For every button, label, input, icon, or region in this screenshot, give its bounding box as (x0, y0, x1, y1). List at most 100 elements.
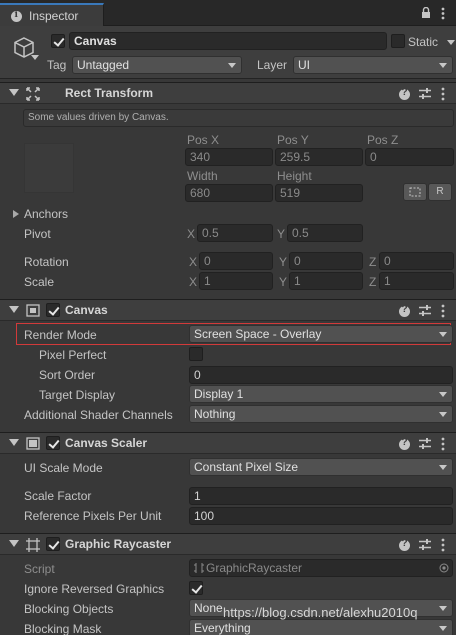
component-menu-icon[interactable] (441, 437, 445, 451)
height-field: 519 (275, 184, 363, 202)
tab-inspector-label: Inspector (29, 9, 79, 23)
reference-ppu-field[interactable]: 100 (189, 507, 453, 525)
script-asset-icon (194, 563, 204, 573)
render-mode-dropdown[interactable]: Screen Space - Overlay (189, 325, 453, 343)
blueprint-icon (409, 187, 421, 197)
help-icon[interactable] (399, 87, 410, 100)
pivot-x-axis-label: X (187, 227, 196, 241)
rotation-y-axis-label: Y (279, 255, 288, 269)
pivot-y-axis-label: Y (277, 227, 286, 241)
menu-dots-icon[interactable] (441, 7, 445, 20)
rotation-x-axis-label: X (189, 255, 198, 269)
rect-transform-title: Rect Transform (65, 86, 154, 100)
component-menu-icon[interactable] (441, 538, 445, 552)
component-menu-icon[interactable] (441, 87, 445, 101)
help-icon[interactable] (399, 304, 410, 317)
info-icon (11, 10, 22, 22)
tab-inspector[interactable]: Inspector (0, 3, 104, 26)
blocking-mask-dropdown[interactable]: Everything (189, 619, 453, 635)
anchors-foldout-icon[interactable] (13, 210, 19, 218)
width-label: Width (187, 169, 218, 183)
gameobject-active-checkbox[interactable] (51, 34, 65, 48)
layer-dropdown[interactable]: UI (293, 56, 453, 74)
reference-ppu-label: Reference Pixels Per Unit (24, 509, 162, 523)
scale-z-field: 1 (379, 272, 454, 290)
presets-icon[interactable] (419, 88, 431, 99)
pos-x-label: Pos X (187, 133, 220, 147)
presets-icon[interactable] (419, 305, 431, 316)
help-icon[interactable] (399, 437, 410, 450)
ignore-reversed-checkbox[interactable] (189, 581, 203, 595)
lock-icon[interactable] (421, 7, 431, 19)
presets-icon[interactable] (419, 438, 431, 449)
pixel-perfect-checkbox[interactable] (189, 347, 203, 361)
static-checkbox[interactable] (391, 34, 405, 48)
canvas-scaler-enabled-checkbox[interactable] (46, 436, 60, 450)
ui-scale-mode-label: UI Scale Mode (24, 461, 103, 475)
rotation-y-field: 0 (289, 252, 363, 270)
anchor-presets-widget[interactable] (24, 143, 74, 193)
sort-order-label: Sort Order (39, 368, 96, 382)
gameobject-header: Canvas Static Tag Untagged Layer UI (0, 26, 456, 79)
scale-x-axis-label: X (189, 275, 198, 289)
canvas-component-icon (26, 304, 40, 317)
canvas-enabled-checkbox[interactable] (46, 303, 60, 317)
pivot-x-field: 0.5 (197, 224, 273, 242)
icon-dropdown-arrow-icon[interactable] (31, 55, 39, 60)
canvas-scaler-title: Canvas Scaler (65, 436, 148, 450)
rect-transform-header[interactable]: Rect Transform (0, 82, 456, 104)
pos-y-label: Pos Y (277, 133, 309, 147)
help-icon[interactable] (399, 538, 410, 551)
scale-label: Scale (24, 275, 55, 289)
foldout-arrow-icon[interactable] (9, 89, 19, 96)
graphic-raycaster-enabled-checkbox[interactable] (46, 537, 60, 551)
graphic-raycaster-title: Graphic Raycaster (65, 537, 172, 551)
raw-edit-button[interactable]: R (428, 183, 452, 201)
pos-z-field[interactable]: 0 (365, 148, 454, 166)
foldout-arrow-icon[interactable] (9, 540, 19, 547)
rotation-z-field: 0 (379, 252, 454, 270)
script-label: Script (24, 562, 55, 576)
scale-y-field: 1 (289, 272, 363, 290)
driven-by-canvas-note: Some values driven by Canvas. (23, 109, 454, 127)
script-field-value: GraphicRaycaster (206, 561, 303, 575)
sort-order-field[interactable]: 0 (189, 366, 453, 384)
script-field[interactable]: GraphicRaycaster (189, 559, 453, 577)
shader-channels-dropdown[interactable]: Nothing (189, 405, 453, 423)
graphic-raycaster-icon (26, 538, 40, 552)
gameobject-name-field[interactable]: Canvas (69, 32, 387, 50)
width-field: 680 (185, 184, 273, 202)
scale-factor-label: Scale Factor (24, 489, 92, 503)
blueprint-mode-button[interactable] (403, 183, 427, 201)
graphic-raycaster-header[interactable]: Graphic Raycaster (0, 533, 456, 555)
foldout-arrow-icon[interactable] (9, 439, 19, 446)
component-menu-icon[interactable] (441, 304, 445, 318)
static-dropdown-arrow-icon[interactable] (447, 40, 455, 45)
pivot-label: Pivot (24, 227, 51, 241)
rotation-label: Rotation (24, 255, 69, 269)
presets-icon[interactable] (419, 539, 431, 550)
rotation-x-field: 0 (199, 252, 273, 270)
static-label: Static (408, 35, 439, 49)
inspector-tab-bar: Inspector (0, 0, 456, 26)
scale-z-axis-label: Z (369, 275, 377, 289)
canvas-component-title: Canvas (65, 303, 108, 317)
object-picker-icon[interactable] (439, 563, 449, 573)
anchors-label[interactable]: Anchors (24, 207, 68, 221)
watermark-text: https://blog.csdn.net/alexhu2010q (223, 605, 418, 620)
canvas-scaler-icon (26, 437, 40, 450)
scale-x-field: 1 (199, 272, 273, 290)
target-display-label: Target Display (39, 388, 116, 402)
target-display-dropdown[interactable]: Display 1 (189, 385, 453, 403)
tag-dropdown[interactable]: Untagged (72, 56, 242, 74)
ui-scale-mode-dropdown[interactable]: Constant Pixel Size (189, 458, 453, 476)
rect-transform-icon (26, 87, 40, 101)
blocking-mask-label: Blocking Mask (24, 622, 102, 635)
pixel-perfect-label: Pixel Perfect (39, 348, 107, 362)
canvas-scaler-header[interactable]: Canvas Scaler (0, 432, 456, 454)
scale-factor-field[interactable]: 1 (189, 487, 453, 505)
foldout-arrow-icon[interactable] (9, 306, 19, 313)
canvas-component-header[interactable]: Canvas (0, 299, 456, 321)
height-label: Height (277, 169, 312, 183)
pos-y-field: 259.5 (275, 148, 363, 166)
